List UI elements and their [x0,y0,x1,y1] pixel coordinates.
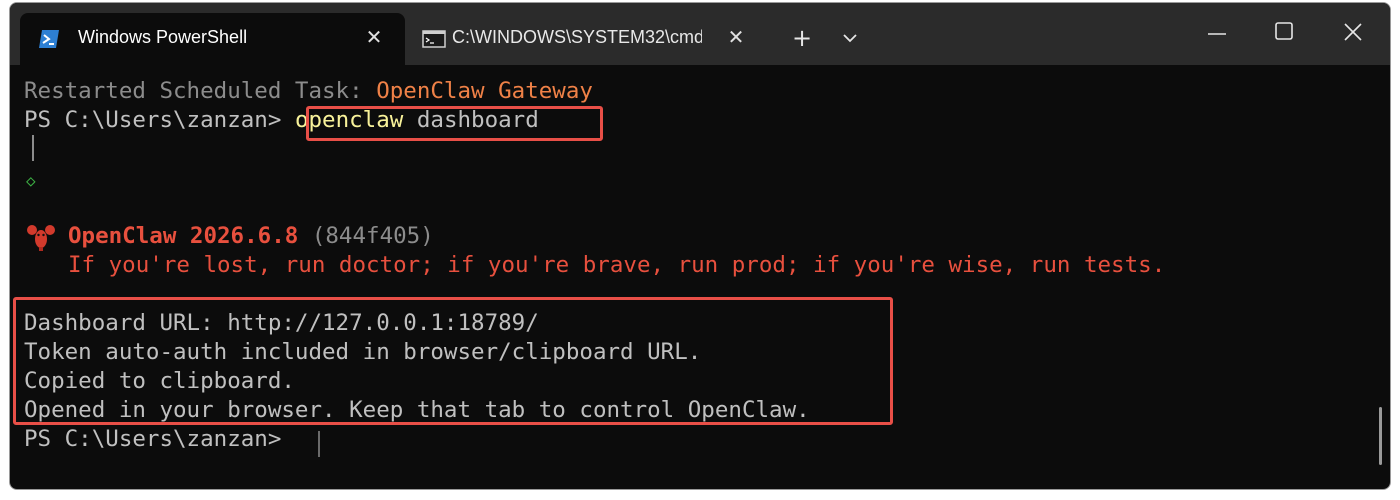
app-name: OpenClaw 2026.6.8 [68,223,299,249]
app-header: OpenClaw 2026.6.8 (844f405) [68,222,434,251]
scrollbar[interactable] [1379,407,1382,465]
new-tab-button[interactable]: + [790,25,814,51]
close-tab-icon[interactable]: ✕ [723,24,749,50]
lobster-icon [26,223,56,251]
close-tab-icon[interactable]: ✕ [361,24,387,50]
tab-title: C:\WINDOWS\SYSTEM32\cmd.exe [452,27,702,47]
output-line-opened: Opened in your browser. Keep that tab to… [24,397,810,423]
restart-line: Restarted Scheduled Task: OpenClaw Gatew… [24,77,593,106]
output-line-dashboard-url: Dashboard URL: http://127.0.0.1:18789/ [24,310,539,336]
maximize-icon[interactable] [1272,19,1296,43]
command-line: PS C:\Users\zanzan> openclaw dashboard [24,106,539,135]
tab-cmd[interactable]: C:\WINDOWS\SYSTEM32\cmd.exe ✕ [407,13,767,65]
app-commit: (844f405) [298,223,434,249]
task-name: OpenClaw Gateway [376,78,593,104]
diamond-icon: ◇ [26,171,36,190]
command-arg: dashboard [403,107,539,133]
terminal-window: Windows PowerShell ✕ C:\WINDOWS\SYSTEM32… [9,2,1391,490]
output-line-copied: Copied to clipboard. [24,368,295,394]
powershell-icon [38,29,60,49]
title-bar: Windows PowerShell ✕ C:\WINDOWS\SYSTEM32… [10,3,1390,65]
terminal-output[interactable]: Restarted Scheduled Task: OpenClaw Gatew… [10,65,1390,489]
close-window-icon[interactable] [1340,19,1366,45]
tab-windows-powershell[interactable]: Windows PowerShell ✕ [20,13,405,65]
output-line-token: Token auto-auth included in browser/clip… [24,339,702,365]
minimize-icon[interactable] [1205,21,1229,45]
prompt-line: PS C:\Users\zanzan> [24,426,282,452]
tab-title: Windows PowerShell [78,27,248,47]
cmd-icon [422,29,446,49]
spinner-line [32,135,34,161]
restart-prefix: Restarted Scheduled Task: [24,78,377,104]
command-name: openclaw [294,107,404,133]
text-cursor [318,431,320,457]
tagline: If you're lost, run doctor; if you're br… [68,252,1166,278]
chevron-down-icon[interactable] [838,25,862,51]
prompt: PS C:\Users\zanzan> [24,107,282,133]
